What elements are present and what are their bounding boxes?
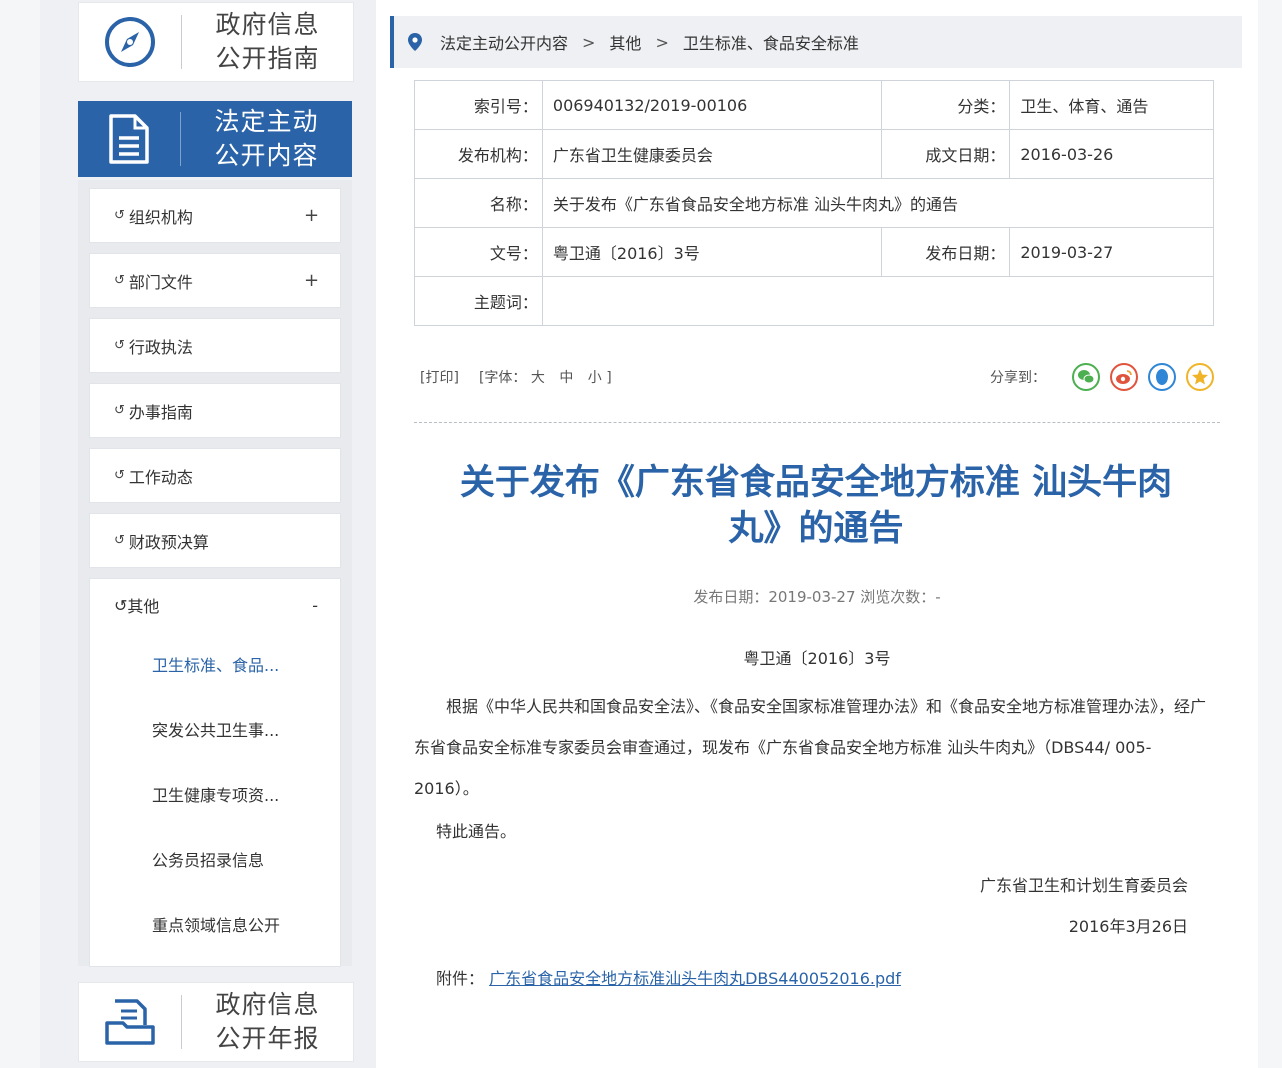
qzone-share-icon[interactable] <box>1186 363 1214 391</box>
table-row: 索引号： 006940132/2019-00106 分类： 卫生、体育、通告 <box>414 80 1214 130</box>
breadcrumb-current[interactable]: 卫生标准、食品安全标准 <box>683 30 859 54</box>
written-date-label: 成文日期： <box>881 129 1011 179</box>
publish-date-label: 发布日期： <box>881 227 1011 277</box>
sidebar-item-organization[interactable]: ↺ 组织机构 + <box>89 188 341 243</box>
article-meta: 发布日期：2019-03-27 浏览次数：- <box>693 588 941 606</box>
sidebar-item-label: 行政执法 <box>128 337 193 357</box>
expand-icon[interactable]: + <box>304 270 319 291</box>
gov-info-annual-report-card[interactable]: 政府信息 公开年报 <box>78 982 354 1062</box>
card-title: 政府信息 公开指南 <box>215 10 320 73</box>
sidebar-item-other[interactable]: ↺ 其他 - <box>90 579 340 631</box>
article-title: 关于发布《广东省食品安全地方标准 汕头牛肉丸》的通告 <box>459 463 1173 549</box>
font-size-close: ] <box>606 370 612 386</box>
table-row: 主题词： <box>414 276 1215 326</box>
sidebar-item-label: 其他 <box>127 597 160 616</box>
weibo-share-icon[interactable] <box>1110 363 1138 391</box>
leaf-icon: ↺ <box>114 208 125 223</box>
divider-line <box>414 422 1220 423</box>
sidebar-item-law-enforcement[interactable]: ↺ 行政执法 <box>89 318 341 373</box>
card-title: 法定主动 公开内容 <box>214 107 319 170</box>
sidebar-subitem-public-health-emergency[interactable]: 突发公共卫生事... <box>90 696 340 761</box>
sidebar-item-label: 办事指南 <box>128 402 193 422</box>
article-signer: 广东省卫生和计划生育委员会 <box>979 876 1188 895</box>
statutory-disclosure-card[interactable]: 法定主动 公开内容 <box>78 101 352 177</box>
breadcrumb-statutory-disclosure[interactable]: 法定主动公开内容 <box>440 30 568 54</box>
attachment: 附件： 广东省食品安全地方标准汕头牛肉丸DBS440052016.pdf <box>436 965 901 989</box>
index-label: 索引号： <box>414 80 543 130</box>
index-value: 006940132/2019-00106 <box>541 80 883 130</box>
gov-info-guide-card[interactable]: 政府信息 公开指南 <box>78 2 354 82</box>
print-link[interactable]: [打印] <box>420 367 459 387</box>
table-row: 发布机构： 广东省卫生健康委员会 成文日期： 2016-03-26 <box>414 129 1214 179</box>
document-icon <box>78 113 180 165</box>
share-label: 分享到： <box>990 370 1046 386</box>
leaf-icon: ↺ <box>114 403 125 418</box>
collapse-icon[interactable]: - <box>312 596 318 615</box>
subject-words-value <box>541 276 1215 326</box>
name-label: 名称： <box>414 178 543 228</box>
name-value: 关于发布《广东省食品安全地方标准 汕头牛肉丸》的通告 <box>541 178 1215 228</box>
attachment-link[interactable]: 广东省食品安全地方标准汕头牛肉丸DBS440052016.pdf <box>489 969 901 988</box>
sidebar-subitem-key-areas-disclosure[interactable]: 重点领域信息公开 <box>90 891 340 956</box>
font-medium-link[interactable]: 中 <box>559 370 573 386</box>
sidebar-group-other: ↺ 其他 - 卫生标准、食品... 突发公共卫生事... 卫生健康专项资... … <box>89 578 341 967</box>
leaf-icon: ↺ <box>114 595 128 615</box>
publisher-value: 广东省卫生健康委员会 <box>541 129 883 179</box>
sidebar-subitem-health-funds[interactable]: 卫生健康专项资... <box>90 761 340 826</box>
document-info-table: 索引号： 006940132/2019-00106 分类： 卫生、体育、通告 发… <box>414 80 1215 326</box>
publish-date-value: 2019-03-27 <box>1009 227 1214 277</box>
sidebar: 政府信息 公开指南 法定主动 公开内容 ↺ 组织机构 + ↺ 部门文件 + ↺ … <box>78 0 354 1068</box>
font-large-link[interactable]: 大 <box>531 370 545 386</box>
breadcrumb-separator: > <box>582 32 596 52</box>
sidebar-item-label: 财政预决算 <box>128 532 209 552</box>
publisher-label: 发布机构： <box>414 129 543 179</box>
leaf-icon: ↺ <box>114 468 125 483</box>
breadcrumb-other[interactable]: 其他 <box>609 30 641 54</box>
article-doc-number: 粤卫通〔2016〕3号 <box>743 649 891 668</box>
report-folder-icon <box>79 995 181 1049</box>
sidebar-item-label: 部门文件 <box>128 272 193 292</box>
leaf-icon: ↺ <box>114 533 125 548</box>
table-row: 名称： 关于发布《广东省食品安全地方标准 汕头牛肉丸》的通告 <box>414 178 1215 228</box>
article-sign-date: 2016年3月26日 <box>1068 917 1188 936</box>
font-size-control: [字体： 大 中 小 ] <box>479 367 612 387</box>
sidebar-subitem-civil-servant-recruitment[interactable]: 公务员招录信息 <box>90 826 340 891</box>
font-small-link[interactable]: 小 <box>588 370 602 386</box>
table-row: 文号： 粤卫通〔2016〕3号 发布日期： 2019-03-27 <box>414 227 1214 277</box>
leaf-icon: ↺ <box>114 338 125 353</box>
article-closing: 特此通告。 <box>436 822 517 841</box>
main-content: 法定主动公开内容 > 其他 > 卫生标准、食品安全标准 索引号： 0069401… <box>376 0 1258 1068</box>
sidebar-item-label: 工作动态 <box>128 467 193 487</box>
subject-words-label: 主题词： <box>414 276 543 326</box>
breadcrumb-separator: > <box>655 32 669 52</box>
doc-number-label: 文号： <box>414 227 543 277</box>
font-size-label: [字体： <box>478 370 527 386</box>
card-title: 政府信息 公开年报 <box>215 990 320 1053</box>
location-pin-icon <box>408 33 426 51</box>
compass-icon <box>79 15 181 69</box>
leaf-icon: ↺ <box>114 273 125 288</box>
written-date-value: 2016-03-26 <box>1009 129 1214 179</box>
sidebar-item-budget[interactable]: ↺ 财政预决算 <box>89 513 341 568</box>
category-value: 卫生、体育、通告 <box>1009 80 1214 130</box>
doc-number-value: 粤卫通〔2016〕3号 <box>541 227 883 277</box>
qq-share-icon[interactable] <box>1148 363 1176 391</box>
wechat-share-icon[interactable] <box>1072 363 1100 391</box>
attachment-label: 附件： <box>436 969 485 988</box>
article-body: 根据《中华人民共和国食品安全法》、《食品安全国家标准管理办法》和《食品安全地方标… <box>414 697 1207 798</box>
category-label: 分类： <box>881 80 1011 130</box>
article-toolbar: [打印] [字体： 大 中 小 ] 分享到： <box>420 362 1214 392</box>
sidebar-nav: ↺ 组织机构 + ↺ 部门文件 + ↺ 行政执法 ↺ 办事指南 ↺ 工作动态 ↺… <box>78 180 352 967</box>
sidebar-item-label: 组织机构 <box>128 207 193 227</box>
sidebar-item-service-guide[interactable]: ↺ 办事指南 <box>89 383 341 438</box>
expand-icon[interactable]: + <box>304 205 319 226</box>
sidebar-item-work-news[interactable]: ↺ 工作动态 <box>89 448 341 503</box>
sidebar-subitem-health-food-standards[interactable]: 卫生标准、食品... <box>90 631 340 696</box>
sidebar-item-department-docs[interactable]: ↺ 部门文件 + <box>89 253 341 308</box>
breadcrumb: 法定主动公开内容 > 其他 > 卫生标准、食品安全标准 <box>390 16 1242 68</box>
